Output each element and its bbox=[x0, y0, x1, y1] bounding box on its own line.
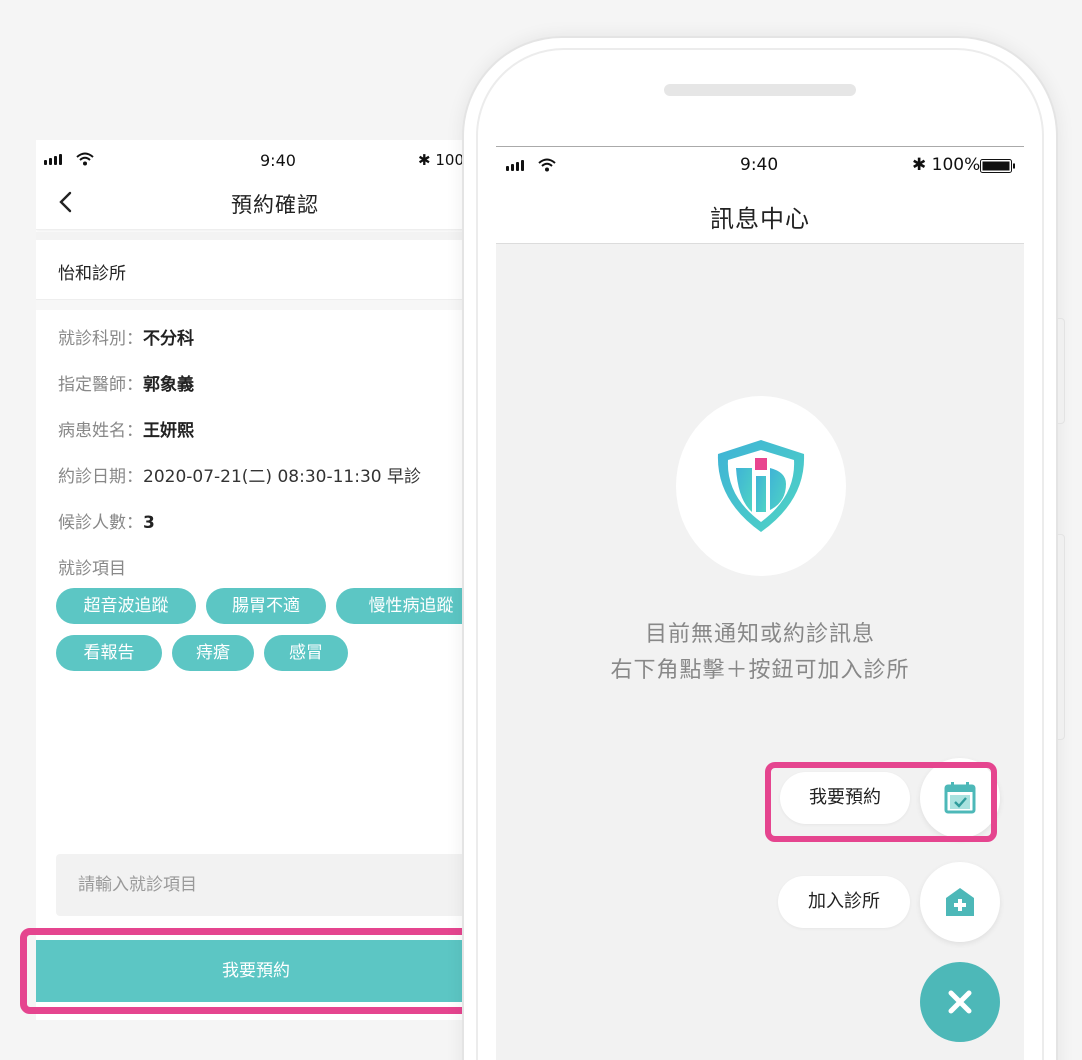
divider bbox=[36, 232, 464, 240]
clinic-name: 怡和診所 bbox=[58, 264, 126, 284]
info-label: 約診日期： bbox=[58, 467, 143, 487]
info-value: 3 bbox=[143, 513, 155, 533]
items-input[interactable] bbox=[56, 854, 464, 916]
logo-circle bbox=[676, 396, 846, 576]
items-label-text: 就診項目 bbox=[58, 559, 126, 579]
booking-confirm-screen: 9:40 ✱ 100% 預約確認 怡和診所 就診科別：不分科 指定醫師：郭象義 … bbox=[36, 140, 464, 1020]
highlight-frame bbox=[765, 762, 997, 842]
page-title: 預約確認 bbox=[231, 193, 319, 217]
tag-chip[interactable]: 腸胃不適 bbox=[206, 588, 326, 624]
info-date: 約診日期：2020-07-21(二) 08:30-11:30 早診 bbox=[58, 462, 421, 487]
info-patient: 病患姓名：王妍熙 bbox=[58, 416, 194, 441]
info-label: 病患姓名： bbox=[58, 421, 143, 441]
phone-side-button bbox=[1057, 534, 1065, 740]
info-doctor: 指定醫師：郭象義 bbox=[58, 370, 194, 395]
highlight-frame bbox=[20, 928, 490, 1014]
status-time: 9:40 bbox=[260, 151, 296, 170]
info-value: 2020-07-21(二) 08:30-11:30 早診 bbox=[143, 467, 421, 487]
tag-chip[interactable]: 痔瘡 bbox=[172, 635, 254, 671]
shield-logo-icon bbox=[717, 440, 805, 532]
wifi-icon bbox=[538, 158, 556, 172]
bluetooth-icon: ✱ bbox=[418, 151, 431, 169]
info-department: 就診科別：不分科 bbox=[58, 324, 194, 349]
nav-bar: 預約確認 bbox=[36, 180, 464, 230]
signal-icon bbox=[506, 160, 524, 171]
battery-percent: 100% bbox=[435, 151, 464, 169]
info-value: 王妍熙 bbox=[143, 421, 194, 441]
tag-chip[interactable]: 看報告 bbox=[56, 635, 162, 671]
bluetooth-battery-text: ✱ 100% bbox=[418, 151, 464, 169]
page-title: 訊息中心 bbox=[710, 205, 810, 233]
wifi-icon bbox=[76, 152, 94, 166]
info-waiting: 候診人數：3 bbox=[58, 508, 155, 533]
status-bar: 9:40 ✱ 100% bbox=[36, 140, 464, 180]
close-icon bbox=[948, 990, 972, 1014]
bluetooth-icon: ✱ bbox=[912, 155, 927, 175]
status-time: 9:40 bbox=[740, 155, 779, 175]
phone-speaker bbox=[664, 84, 856, 96]
empty-message-line1: 目前無通知或約診訊息 bbox=[644, 622, 875, 647]
clinic-plus-icon bbox=[946, 888, 974, 916]
phone-side-button bbox=[1057, 318, 1065, 424]
tag-chip[interactable]: 慢性病追蹤 bbox=[336, 588, 464, 624]
nav-bar: 訊息中心 bbox=[496, 184, 1024, 244]
battery-percent: 100% bbox=[931, 155, 981, 175]
status-bar: 9:40 ✱ 100% bbox=[496, 146, 1024, 184]
fab-close-button[interactable] bbox=[920, 962, 1000, 1042]
signal-icon bbox=[44, 154, 62, 165]
fab-add-clinic-button[interactable] bbox=[920, 862, 1000, 942]
battery-icon bbox=[980, 159, 1015, 173]
fab-clinic-label[interactable]: 加入診所 bbox=[778, 876, 910, 928]
tag-chip[interactable]: 感冒 bbox=[264, 635, 348, 671]
tag-chip[interactable]: 超音波追蹤 bbox=[56, 588, 196, 624]
info-value: 不分科 bbox=[143, 329, 194, 349]
info-value: 郭象義 bbox=[143, 375, 194, 395]
empty-message-line2: 右下角點擊＋按鈕可加入診所 bbox=[610, 658, 910, 683]
items-label: 就診項目 bbox=[58, 554, 126, 579]
bluetooth-battery-text: ✱ 100% bbox=[912, 155, 980, 175]
info-label: 候診人數： bbox=[58, 513, 143, 533]
clinic-row: 怡和診所 bbox=[36, 240, 464, 300]
divider bbox=[36, 300, 464, 310]
info-label: 就診科別： bbox=[58, 329, 143, 349]
info-label: 指定醫師： bbox=[58, 375, 143, 395]
